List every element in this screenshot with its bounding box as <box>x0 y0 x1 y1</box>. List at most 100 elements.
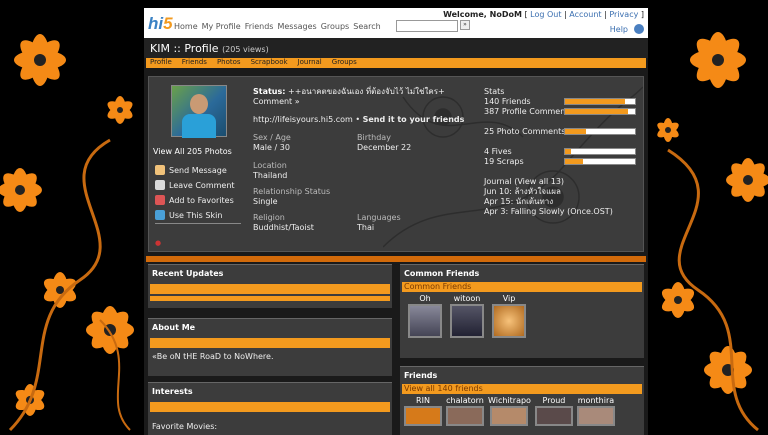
divider <box>155 223 241 224</box>
tab-journal[interactable]: Journal <box>298 58 322 68</box>
orange-divider <box>146 256 646 262</box>
friend-name: witoon <box>453 294 481 303</box>
sex-age-value: Male / 30 <box>253 143 290 152</box>
stat-bar-fill <box>565 149 571 154</box>
profile-url[interactable]: http://lifeisyours.hi5.com <box>253 115 353 124</box>
tab-friends[interactable]: Friends <box>182 58 207 68</box>
religion-label: Religion <box>253 213 285 222</box>
friend-card[interactable]: chalatorn <box>446 396 484 426</box>
nav-groups[interactable]: Groups <box>321 22 350 31</box>
friend-card[interactable]: monthira <box>576 396 615 426</box>
orange-bar <box>150 338 390 348</box>
tab-profile[interactable]: Profile <box>150 58 172 68</box>
friend-card[interactable]: witoon <box>450 294 484 338</box>
view-all-photos-link[interactable]: View All 205 Photos <box>153 147 232 156</box>
view-count: (205 views) <box>222 45 269 54</box>
stats-title: Stats <box>484 87 505 96</box>
friends-heading: Friends <box>404 371 438 380</box>
stat-bar-fill <box>565 129 586 134</box>
stat-label[interactable]: 19 Scraps <box>484 157 524 166</box>
friend-card[interactable]: Wichitrapo <box>488 396 531 426</box>
nav-messages[interactable]: Messages <box>277 22 316 31</box>
send-to-friends-link[interactable]: Send it to your friends <box>363 115 465 124</box>
friend-name: Wichitrapo <box>488 396 531 405</box>
tab-scrapbook[interactable]: Scrapbook <box>251 58 288 68</box>
status-block: Status: ++อนาคตของฉันเอง ที่ต้องจับไว้ ไ… <box>253 87 463 107</box>
friend-photo[interactable] <box>490 406 529 426</box>
location-label: Location <box>253 161 287 170</box>
journal-title-link[interactable]: Journal (View all 13) <box>484 177 643 187</box>
friend-card[interactable]: Oh <box>408 294 442 338</box>
page-title: KIM :: Profile <box>150 42 219 55</box>
hi5-logo[interactable]: hi5 <box>148 14 173 34</box>
friend-name: Oh <box>419 294 431 303</box>
use-skin-button[interactable]: Use This Skin <box>155 210 235 220</box>
friend-photo[interactable] <box>446 406 484 426</box>
profile-box: View All 205 Photos Send Message Leave C… <box>148 76 644 252</box>
use-skin-label: Use This Skin <box>169 210 223 220</box>
friend-photo[interactable] <box>404 406 442 426</box>
skin-icon <box>155 210 165 220</box>
stat-label[interactable]: 25 Photo Comments <box>484 127 565 136</box>
nav-search[interactable]: Search <box>353 22 380 31</box>
send-message-label: Send Message <box>169 165 227 175</box>
status-label: Status: <box>253 87 286 96</box>
privacy-link[interactable]: Privacy <box>609 10 638 19</box>
nav-friends[interactable]: Friends <box>245 22 274 31</box>
stat-label[interactable]: 4 Fives <box>484 147 512 156</box>
top-bar: hi5 Home My Profile Friends Messages Gro… <box>144 8 648 38</box>
stat-bar-fill <box>565 159 583 164</box>
stat-bar <box>564 108 636 115</box>
help-link[interactable]: Help <box>610 25 628 34</box>
common-friends-heading: Common Friends <box>404 269 480 278</box>
stat-bar-fill <box>565 99 625 104</box>
recent-updates-panel: Recent Updates <box>148 264 392 308</box>
friend-card[interactable]: Proud <box>534 396 573 426</box>
common-friends-panel: Common Friends Common Friends Oh witoon … <box>400 264 644 358</box>
stat-row: 387 Profile Comments <box>484 107 643 127</box>
friend-photo[interactable] <box>534 406 573 426</box>
journal-entry[interactable]: Apr 15: นักเต้นทาง <box>484 197 643 207</box>
location-value: Thailand <box>253 171 288 180</box>
nav-my-profile[interactable]: My Profile <box>202 22 241 31</box>
friend-card[interactable]: RIN <box>404 396 442 426</box>
search-go-button[interactable]: » <box>460 20 470 30</box>
orange-bar <box>150 402 390 412</box>
stat-label[interactable]: 387 Profile Comments <box>484 107 573 116</box>
birthday-value: December 22 <box>357 143 412 152</box>
sex-age: Sex / Age Male / 30 <box>253 133 291 153</box>
journal-entry[interactable]: Apr 3: Falling Slowly (Once.OST) <box>484 207 643 217</box>
comment-link[interactable]: Comment » <box>253 97 300 106</box>
logo-number: 5 <box>163 14 173 33</box>
logout-link[interactable]: Log Out <box>530 10 561 19</box>
friend-name: Vip <box>502 294 516 303</box>
journal-entry[interactable]: Jun 10: ล้างหัวใจแผล <box>484 187 643 197</box>
common-friends-link[interactable]: Common Friends <box>402 282 642 292</box>
search-input[interactable] <box>396 20 458 32</box>
profile-photo[interactable] <box>171 85 227 138</box>
account-link[interactable]: Account <box>569 10 601 19</box>
tab-groups[interactable]: Groups <box>332 58 357 68</box>
status-text: ++อนาคตของฉันเอง ที่ต้องจับไว้ ไม่ใช่ใคร… <box>288 87 445 96</box>
globe-icon[interactable] <box>634 24 644 34</box>
friend-name: chalatorn <box>446 396 484 405</box>
friend-card[interactable]: Vip <box>492 294 526 338</box>
common-friends-list: Oh witoon Vip <box>400 292 644 340</box>
friend-photo[interactable] <box>576 406 615 426</box>
friend-photo[interactable] <box>408 304 442 338</box>
stat-label[interactable]: 140 Friends <box>484 97 531 106</box>
tab-photos[interactable]: Photos <box>217 58 241 68</box>
add-favorites-button[interactable]: Add to Favorites <box>155 195 235 205</box>
profile-tabs: Profile Friends Photos Scrapbook Journal… <box>146 58 646 68</box>
nav-home[interactable]: Home <box>174 22 198 31</box>
friend-photo[interactable] <box>492 304 526 338</box>
view-all-friends-link[interactable]: View all 140 friends <box>402 384 642 394</box>
stat-row: 140 Friends <box>484 97 643 107</box>
birthday-label: Birthday <box>357 133 391 142</box>
stat-bar <box>564 158 636 165</box>
leave-comment-button[interactable]: Leave Comment <box>155 180 235 190</box>
send-message-button[interactable]: Send Message <box>155 165 235 175</box>
friend-photo[interactable] <box>450 304 484 338</box>
languages-value: Thai <box>357 223 375 232</box>
profile-header: KIM :: Profile (205 views) <box>144 38 648 58</box>
